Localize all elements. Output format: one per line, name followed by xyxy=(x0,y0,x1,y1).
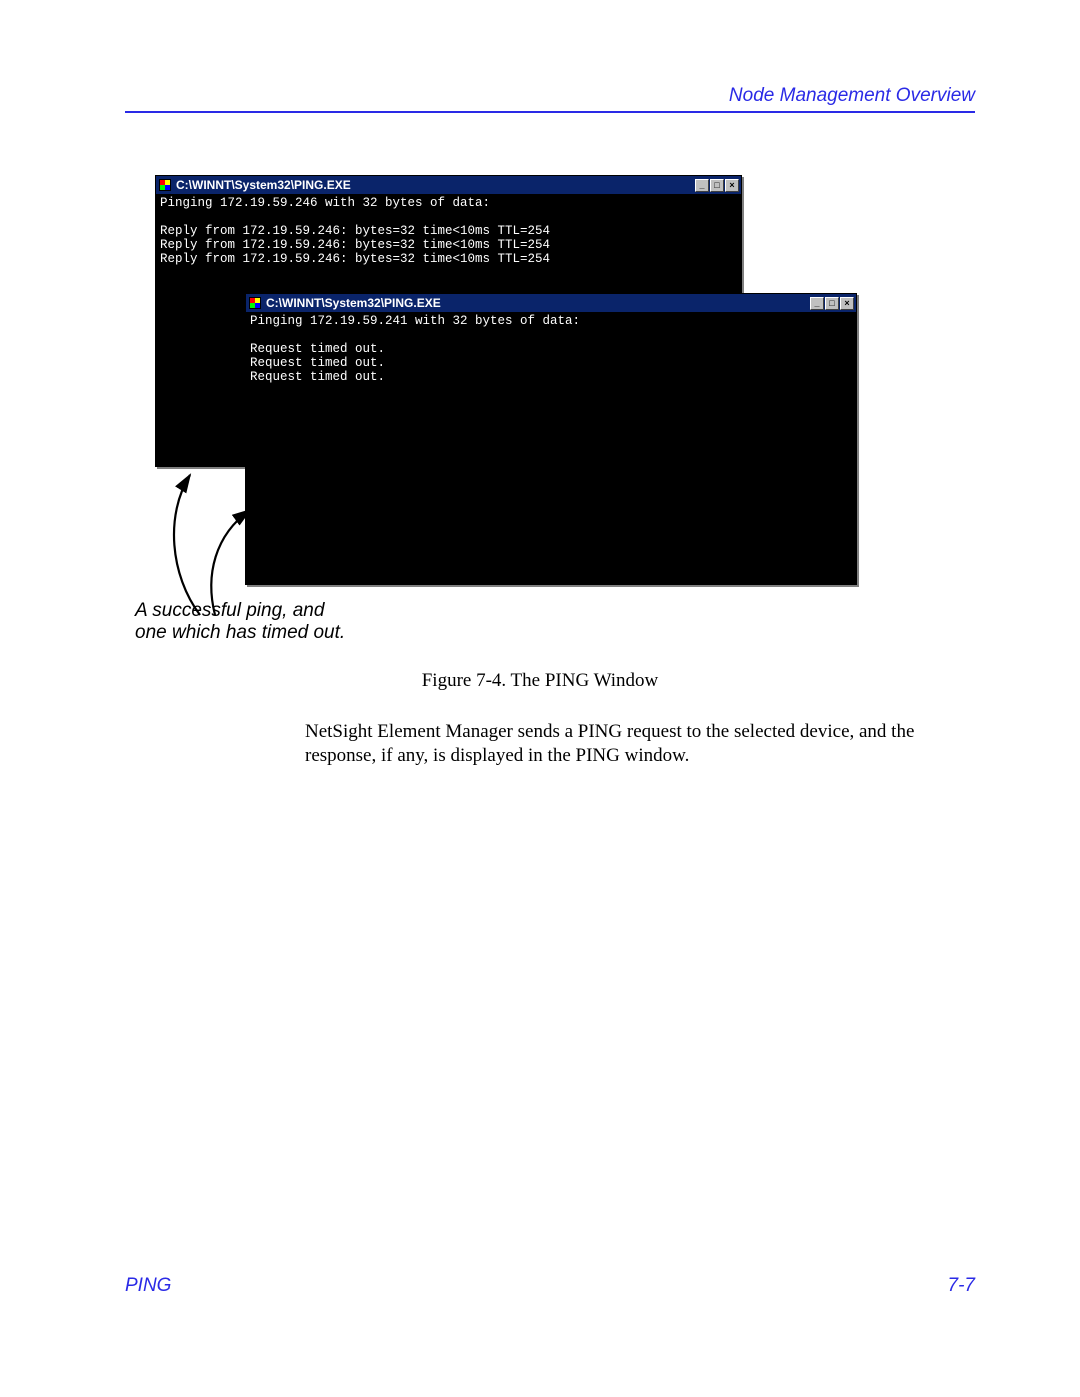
window-controls: _ □ × xyxy=(810,297,854,310)
minimize-button[interactable]: _ xyxy=(810,297,824,310)
header-rule xyxy=(125,111,975,113)
footer-left: PING xyxy=(125,1275,171,1297)
figure-caption: A successful ping, and one which has tim… xyxy=(135,600,345,644)
close-button[interactable]: × xyxy=(840,297,854,310)
figure-label: Figure 7-4. The PING Window xyxy=(0,670,1080,692)
console-output: Pinging 172.19.59.241 with 32 bytes of d… xyxy=(246,312,856,388)
body-paragraph: NetSight Element Manager sends a PING re… xyxy=(305,720,975,768)
maximize-button[interactable]: □ xyxy=(825,297,839,310)
ms-dos-icon xyxy=(158,178,172,192)
maximize-button[interactable]: □ xyxy=(710,179,724,192)
window-controls: _ □ × xyxy=(695,179,739,192)
section-title: Node Management Overview xyxy=(125,85,975,107)
caption-line: one which has timed out. xyxy=(135,622,345,644)
window-title: C:\WINNT\System32\PING.EXE xyxy=(266,296,810,310)
footer-page-number: 7-7 xyxy=(948,1275,975,1297)
page: Node Management Overview C:\WINNT\System… xyxy=(0,0,1080,1397)
figure-area: C:\WINNT\System32\PING.EXE _ □ × Pinging… xyxy=(155,175,855,635)
page-footer: PING 7-7 xyxy=(125,1275,975,1297)
console-output: Pinging 172.19.59.246 with 32 bytes of d… xyxy=(156,194,741,270)
close-button[interactable]: × xyxy=(725,179,739,192)
window-title: C:\WINNT\System32\PING.EXE xyxy=(176,178,695,192)
page-header: Node Management Overview xyxy=(125,85,975,121)
caption-line: A successful ping, and xyxy=(135,600,345,622)
titlebar: C:\WINNT\System32\PING.EXE _ □ × xyxy=(156,176,741,194)
ms-dos-icon xyxy=(248,296,262,310)
titlebar: C:\WINNT\System32\PING.EXE _ □ × xyxy=(246,294,856,312)
minimize-button[interactable]: _ xyxy=(695,179,709,192)
ping-window-timeout: C:\WINNT\System32\PING.EXE _ □ × Pinging… xyxy=(245,293,857,585)
